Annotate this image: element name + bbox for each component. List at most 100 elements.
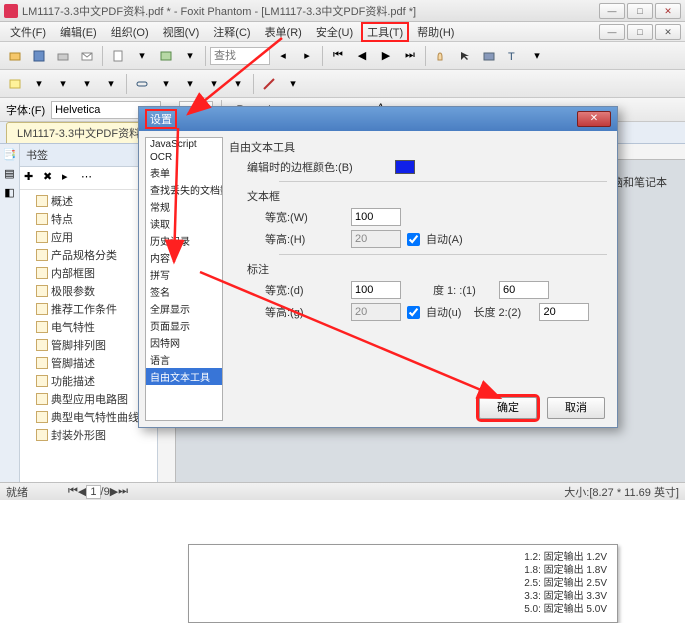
pages-panel-icon[interactable]: ▤ bbox=[4, 167, 14, 180]
ok-button[interactable]: 确定 bbox=[479, 397, 537, 419]
open-icon[interactable] bbox=[4, 45, 26, 67]
settings-category-list[interactable]: JavaScriptOCR表单查找丢失的文档数常规读取历史记录内容拼写签名全屏显… bbox=[145, 137, 223, 421]
settings-category-item[interactable]: 内容 bbox=[146, 249, 222, 266]
settings-category-item[interactable]: 表单 bbox=[146, 164, 222, 181]
settings-category-item[interactable]: 读取 bbox=[146, 215, 222, 232]
text-select-icon[interactable]: T bbox=[502, 45, 524, 67]
menu-form[interactable]: 表单(R) bbox=[259, 22, 308, 42]
mdi-minimize-button[interactable]: — bbox=[599, 24, 625, 40]
media-icon[interactable]: ▾ bbox=[203, 73, 225, 95]
bookmark-item[interactable]: 概述 bbox=[22, 192, 155, 210]
callout-width-input[interactable] bbox=[351, 281, 401, 299]
menu-comment[interactable]: 注释(C) bbox=[207, 22, 256, 42]
first-page-icon[interactable]: ⏮ bbox=[327, 45, 349, 67]
form-tool-icon[interactable]: ▾ bbox=[227, 73, 249, 95]
menu-security[interactable]: 安全(U) bbox=[310, 22, 359, 42]
border-color-swatch[interactable] bbox=[395, 160, 415, 174]
bm-expand-icon[interactable]: ▸ bbox=[62, 170, 78, 186]
settings-category-item[interactable]: 签名 bbox=[146, 283, 222, 300]
bookmark-label: 极限参数 bbox=[51, 283, 95, 299]
textbox-auto-checkbox[interactable] bbox=[407, 233, 420, 246]
bookmark-item[interactable]: 管脚排列图 bbox=[22, 336, 155, 354]
close-button[interactable]: ✕ bbox=[655, 3, 681, 19]
merge-icon[interactable]: ▾ bbox=[179, 45, 201, 67]
last-page-icon[interactable]: ⏭ bbox=[399, 45, 421, 67]
bookmark-item[interactable]: 管脚描述 bbox=[22, 354, 155, 372]
next-page-icon[interactable]: ▶ bbox=[375, 45, 397, 67]
measure-icon[interactable] bbox=[258, 73, 280, 95]
menu-organize[interactable]: 组织(O) bbox=[105, 22, 155, 42]
bookmark-item[interactable]: 特点 bbox=[22, 210, 155, 228]
bm-new-icon[interactable]: ✚ bbox=[24, 170, 40, 186]
bookmark-item[interactable]: 封装外形图 bbox=[22, 426, 155, 444]
layers-panel-icon[interactable]: ◧ bbox=[4, 186, 14, 199]
search-input[interactable] bbox=[210, 47, 270, 65]
menu-file[interactable]: 文件(F) bbox=[4, 22, 52, 42]
settings-category-item[interactable]: 历史记录 bbox=[146, 232, 222, 249]
bookmark-item[interactable]: 产品规格分类 bbox=[22, 246, 155, 264]
minimize-button[interactable]: — bbox=[599, 3, 625, 19]
settings-category-item[interactable]: 常规 bbox=[146, 198, 222, 215]
bookmark-item[interactable]: 内部框图 bbox=[22, 264, 155, 282]
dialog-titlebar[interactable]: 设置 ✕ bbox=[139, 107, 617, 131]
callout-len1-input[interactable] bbox=[499, 281, 549, 299]
callout-len2-input[interactable] bbox=[539, 303, 589, 321]
settings-category-item[interactable]: 自由文本工具 bbox=[146, 368, 222, 385]
bookmark-item[interactable]: 典型应用电路图 bbox=[22, 390, 155, 408]
new-doc-icon[interactable] bbox=[107, 45, 129, 67]
bookmark-item[interactable]: 电气特性 bbox=[22, 318, 155, 336]
settings-category-item[interactable]: 全屏显示 bbox=[146, 300, 222, 317]
status-page-current[interactable]: 1 bbox=[86, 485, 100, 499]
save-icon[interactable] bbox=[28, 45, 50, 67]
search-prev-icon[interactable]: ◂ bbox=[272, 45, 294, 67]
settings-category-item[interactable]: 语言 bbox=[146, 351, 222, 368]
search-next-icon[interactable]: ▸ bbox=[296, 45, 318, 67]
bookmark-item[interactable]: 极限参数 bbox=[22, 282, 155, 300]
menu-view[interactable]: 视图(V) bbox=[157, 22, 206, 42]
mdi-close-button[interactable]: ✕ bbox=[655, 24, 681, 40]
highlight-icon[interactable]: ▾ bbox=[28, 73, 50, 95]
snapshot-icon[interactable] bbox=[478, 45, 500, 67]
mdi-restore-button[interactable]: □ bbox=[627, 24, 653, 40]
image-icon[interactable]: ▾ bbox=[179, 73, 201, 95]
from-file-icon[interactable]: ▾ bbox=[131, 45, 153, 67]
settings-category-item[interactable]: 页面显示 bbox=[146, 317, 222, 334]
textbox-width-input[interactable] bbox=[351, 208, 401, 226]
maximize-button[interactable]: □ bbox=[627, 3, 653, 19]
bookmark-panel-icon[interactable]: 📑 bbox=[3, 148, 17, 161]
note-icon[interactable] bbox=[4, 73, 26, 95]
settings-category-item[interactable]: 因特网 bbox=[146, 334, 222, 351]
draw-icon[interactable]: ▾ bbox=[76, 73, 98, 95]
sign-icon[interactable]: ▾ bbox=[282, 73, 304, 95]
bookmark-item[interactable]: 推荐工作条件 bbox=[22, 300, 155, 318]
bm-options-icon[interactable]: ⋯ bbox=[81, 170, 97, 186]
email-icon[interactable] bbox=[76, 45, 98, 67]
settings-category-item[interactable]: OCR bbox=[146, 151, 222, 164]
callout-auto-checkbox[interactable] bbox=[407, 306, 420, 319]
hand-icon[interactable] bbox=[430, 45, 452, 67]
bookmark-label: 概述 bbox=[51, 193, 73, 209]
bookmark-item[interactable]: 典型电气特性曲线 bbox=[22, 408, 155, 426]
print-icon[interactable] bbox=[52, 45, 74, 67]
link-icon[interactable] bbox=[131, 73, 153, 95]
document-tab[interactable]: LM1117-3.3中文PDF资料 bbox=[6, 122, 151, 143]
cancel-button[interactable]: 取消 bbox=[547, 397, 605, 419]
annotate-icon[interactable]: ▾ bbox=[526, 45, 548, 67]
bm-delete-icon[interactable]: ✖ bbox=[43, 170, 59, 186]
menu-tools[interactable]: 工具(T) bbox=[361, 22, 409, 42]
stamp-icon[interactable]: ▾ bbox=[52, 73, 74, 95]
scan-icon[interactable] bbox=[155, 45, 177, 67]
bookmark-item[interactable]: 功能描述 bbox=[22, 372, 155, 390]
bookmark-item[interactable]: 应用 bbox=[22, 228, 155, 246]
menu-edit[interactable]: 编辑(E) bbox=[54, 22, 103, 42]
dialog-close-button[interactable]: ✕ bbox=[577, 111, 611, 127]
settings-category-item[interactable]: 查找丢失的文档数 bbox=[146, 181, 222, 198]
settings-category-item[interactable]: JavaScript bbox=[146, 138, 222, 151]
shape-icon[interactable]: ▾ bbox=[100, 73, 122, 95]
select-icon[interactable] bbox=[454, 45, 476, 67]
menu-help[interactable]: 帮助(H) bbox=[411, 22, 460, 42]
bookmark-icon bbox=[36, 393, 48, 405]
settings-category-item[interactable]: 拼写 bbox=[146, 266, 222, 283]
attach-icon[interactable]: ▾ bbox=[155, 73, 177, 95]
prev-page-icon[interactable]: ◀ bbox=[351, 45, 373, 67]
